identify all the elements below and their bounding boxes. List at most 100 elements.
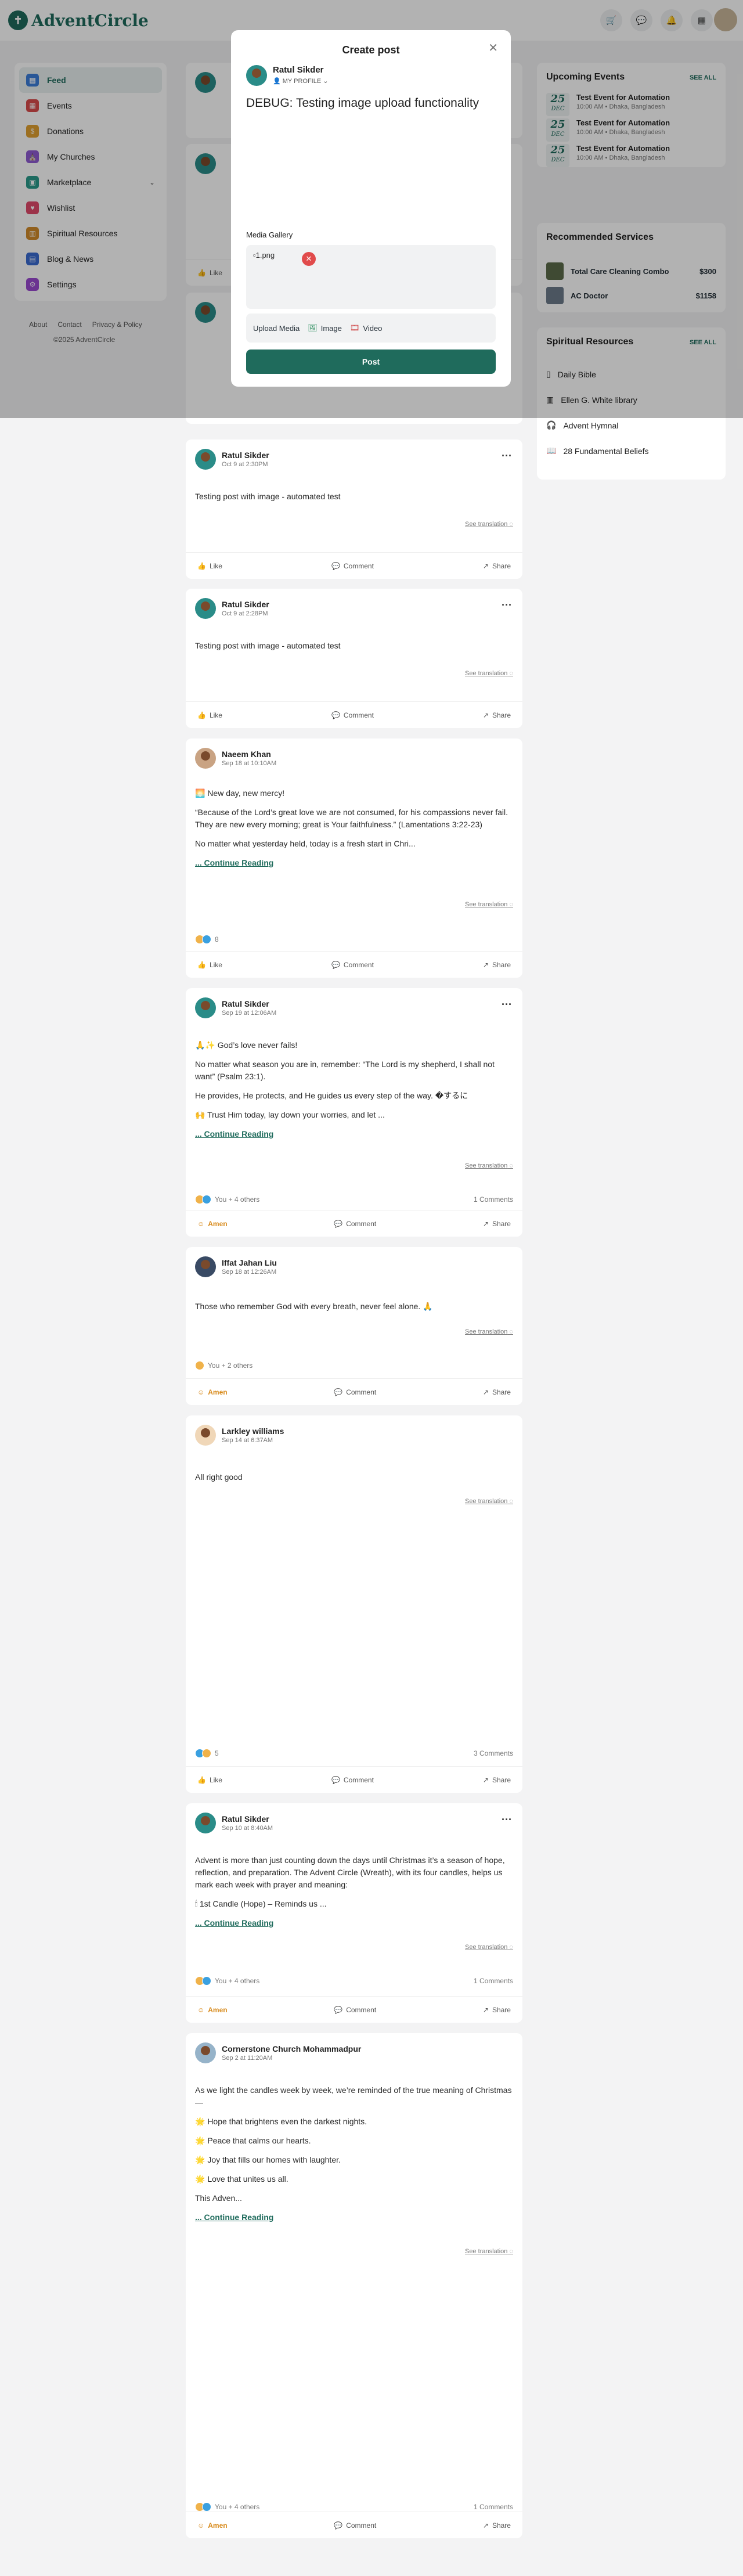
share-button[interactable]: ↗ Share — [483, 1220, 511, 1228]
comment-button[interactable]: 💬 Comment — [331, 711, 374, 719]
modal-user: Ratul Sikder 👤 MY PROFILE ⌄ — [246, 65, 328, 86]
comment-icon: 💬 — [331, 1775, 340, 1784]
post-card: Iffat Jahan Liu Sep 18 at 12:26AM Those w… — [186, 1247, 522, 1405]
post-time: Sep 18 at 12:26AM — [222, 1269, 277, 1276]
post-paragraph: 🌟 Love that unites us all. — [195, 2174, 288, 2184]
see-translation-link[interactable]: See translation — [465, 2248, 513, 2255]
thumbs-up-icon: 👍 — [197, 960, 206, 969]
upload-video-button[interactable]: 🎞 Video — [350, 323, 383, 333]
resource-item[interactable]: 📖 28 Fundamental Beliefs — [546, 446, 649, 456]
like-button[interactable]: 👍 Like — [197, 562, 222, 570]
comment-icon: 💬 — [331, 711, 340, 719]
share-button[interactable]: ↗ Share — [483, 1776, 511, 1784]
avatar[interactable] — [195, 748, 216, 769]
avatar[interactable] — [195, 598, 216, 619]
amen-label: Amen — [208, 2521, 228, 2530]
see-translation-link[interactable]: See translation — [465, 1944, 513, 1951]
post-body: Advent is more than just counting down t… — [195, 1854, 513, 1929]
post-author[interactable]: Ratul Sikder — [222, 600, 269, 609]
comment-label: Comment — [343, 1775, 374, 1784]
share-button[interactable]: ↗ Share — [483, 711, 511, 719]
avatar[interactable] — [195, 997, 216, 1018]
post-paragraph: 🙌 Trust Him today, lay down your worries… — [195, 1110, 385, 1119]
see-translation-link[interactable]: See translation — [465, 670, 513, 677]
upload-image-button[interactable]: 🖼 Image — [308, 323, 342, 333]
comment-button[interactable]: 💬 Comment — [334, 1388, 376, 1396]
post-author[interactable]: Ratul Sikder — [222, 999, 276, 1008]
comment-count[interactable]: 1 Comments — [474, 1195, 513, 1204]
share-button[interactable]: ↗ Share — [483, 562, 511, 570]
amen-button[interactable]: ☺ Amen — [197, 2521, 228, 2530]
like-button[interactable]: 👍 Like — [197, 711, 222, 719]
comment-button[interactable]: 💬 Comment — [334, 2521, 376, 2530]
share-button[interactable]: ↗ Share — [483, 2521, 511, 2530]
continue-reading-link[interactable]: ... Continue Reading — [195, 1918, 273, 1928]
avatar[interactable] — [195, 1425, 216, 1446]
audience-label: MY PROFILE — [282, 78, 322, 85]
reactions-summary[interactable]: You + 4 others 1 Comments — [195, 1976, 513, 1986]
avatar[interactable] — [195, 1256, 216, 1277]
comment-count[interactable]: 3 Comments — [474, 1749, 513, 1757]
comment-button[interactable]: 💬 Comment — [334, 1220, 376, 1228]
continue-reading-link[interactable]: ... Continue Reading — [195, 1129, 273, 1139]
continue-reading-link[interactable]: ... Continue Reading — [195, 858, 273, 867]
reactions-summary[interactable]: 5 3 Comments — [195, 1749, 513, 1758]
see-translation-link[interactable]: See translation — [465, 1162, 513, 1169]
comment-button[interactable]: 💬 Comment — [331, 1776, 374, 1784]
reactions-summary[interactable]: 8 — [195, 935, 513, 944]
more-options-icon[interactable]: ··· — [502, 999, 512, 1011]
headphones-icon: 🎧 — [546, 420, 557, 430]
post-button[interactable]: Post — [246, 350, 496, 374]
post-author[interactable]: Iffat Jahan Liu — [222, 1258, 277, 1267]
post-author[interactable]: Larkley williams — [222, 1426, 284, 1436]
post-text-input[interactable]: DEBUG: Testing image upload functionalit… — [246, 96, 496, 110]
see-translation-link[interactable]: See translation — [465, 901, 513, 908]
post-actions: 👍 Like 💬 Comment ↗ Share — [186, 701, 522, 728]
reactions-summary[interactable]: You + 4 others 1 Comments — [195, 2502, 513, 2512]
share-label: Share — [492, 960, 511, 969]
post-time: Oct 9 at 2:28PM — [222, 610, 268, 617]
post-author[interactable]: Ratul Sikder — [222, 1814, 273, 1824]
post-card: Ratul Sikder Sep 10 at 8:40AM ··· Advent … — [186, 1803, 522, 2023]
share-button[interactable]: ↗ Share — [483, 961, 511, 969]
see-translation-link[interactable]: See translation — [465, 521, 513, 528]
comment-button[interactable]: 💬 Comment — [334, 2006, 376, 2014]
reactions-summary[interactable]: You + 2 others — [195, 1361, 513, 1370]
post-author[interactable]: Cornerstone Church Mohammadpur — [222, 2044, 361, 2053]
amen-button[interactable]: ☺ Amen — [197, 1220, 228, 1228]
more-options-icon[interactable]: ··· — [502, 599, 512, 611]
audience-selector[interactable]: 👤 MY PROFILE ⌄ — [273, 77, 328, 85]
share-button[interactable]: ↗ Share — [483, 1388, 511, 1396]
reactions-summary[interactable]: You + 4 others 1 Comments — [195, 1195, 513, 1204]
share-icon: ↗ — [482, 711, 489, 719]
comment-count[interactable]: 1 Comments — [474, 1977, 513, 1985]
like-button[interactable]: 👍 Like — [197, 961, 222, 969]
comment-count[interactable]: 1 Comments — [474, 2503, 513, 2511]
remove-media-icon[interactable]: ✕ — [302, 252, 316, 266]
close-icon[interactable]: ✕ — [488, 41, 498, 55]
see-translation-link[interactable]: See translation — [465, 1328, 513, 1335]
comment-button[interactable]: 💬 Comment — [331, 562, 374, 570]
amen-button[interactable]: ☺ Amen — [197, 2006, 228, 2014]
more-options-icon[interactable]: ··· — [502, 1814, 512, 1826]
reaction-count: You + 2 others — [208, 1361, 253, 1370]
comment-button[interactable]: 💬 Comment — [331, 961, 374, 969]
amen-label: Amen — [208, 1388, 228, 1396]
post-author[interactable]: Naeem Khan — [222, 750, 276, 759]
comment-icon: 💬 — [334, 2521, 343, 2530]
share-button[interactable]: ↗ Share — [483, 2006, 511, 2014]
post-author[interactable]: Ratul Sikder — [222, 451, 269, 460]
post-card: Larkley williams Sep 14 at 6:37AM All rig… — [186, 1415, 522, 1793]
avatar[interactable] — [195, 1813, 216, 1833]
resource-item[interactable]: 🎧 Advent Hymnal — [546, 420, 618, 430]
see-translation-link[interactable]: See translation — [465, 1498, 513, 1505]
continue-reading-link[interactable]: ... Continue Reading — [195, 2213, 273, 2222]
smile-icon: ☺ — [197, 1388, 205, 1396]
post-time: Sep 18 at 10:10AM — [222, 760, 277, 767]
more-options-icon[interactable]: ··· — [502, 450, 512, 462]
like-button[interactable]: 👍 Like — [197, 1776, 222, 1784]
amen-button[interactable]: ☺ Amen — [197, 1388, 228, 1396]
avatar[interactable] — [195, 449, 216, 470]
avatar[interactable] — [195, 2042, 216, 2063]
post-header: Ratul Sikder Sep 19 at 12:06AM — [195, 997, 276, 1018]
